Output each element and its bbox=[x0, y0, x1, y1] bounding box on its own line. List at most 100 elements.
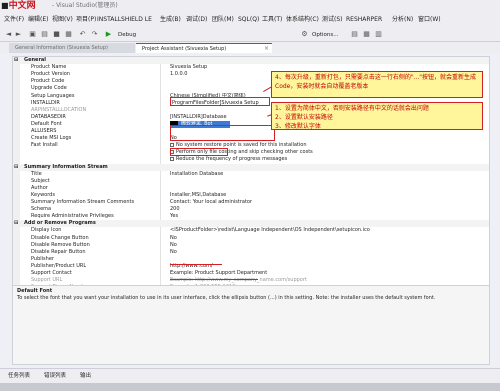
property-row[interactable]: Require Administrative Privileges Yes bbox=[20, 213, 489, 220]
property-name: Fast Install bbox=[31, 142, 58, 149]
property-value[interactable]: No bbox=[170, 235, 488, 242]
menu-build[interactable]: 生成(B) bbox=[160, 15, 181, 24]
checkbox[interactable] bbox=[170, 156, 174, 161]
config-dropdown[interactable]: Debug bbox=[118, 31, 136, 39]
property-row[interactable]: Summary Information Stream Comments Conta… bbox=[20, 199, 489, 206]
property-name: Upgrade Code bbox=[31, 85, 67, 92]
tab-error-list[interactable]: 错误列表 bbox=[44, 372, 66, 380]
property-value[interactable]: No bbox=[170, 249, 488, 256]
collapse-icon[interactable]: ⊟ bbox=[14, 164, 18, 171]
undo-icon[interactable]: ↶ bbox=[78, 30, 87, 39]
options-button[interactable]: Options... bbox=[312, 31, 338, 39]
property-value-text: <ISProductFolder>\redist\Language Indepe… bbox=[170, 227, 370, 234]
document-tabs: General Information (Sivuexia Setup) Pro… bbox=[0, 42, 500, 53]
property-row[interactable]: Disable Change Button No bbox=[20, 235, 489, 242]
start-icon[interactable]: ▶ bbox=[104, 30, 113, 39]
menu-edit[interactable]: 编辑(E) bbox=[28, 15, 48, 24]
property-value[interactable]: <ISProductFolder>\redist\Language Indepe… bbox=[170, 227, 488, 234]
menu-team[interactable]: 团队(M) bbox=[212, 15, 234, 24]
menu-view[interactable]: 视图(V) bbox=[52, 15, 73, 24]
property-row[interactable]: Keywords Installer,MSI,Database bbox=[20, 192, 489, 199]
property-value-text: Sivuexia Setup bbox=[170, 64, 208, 71]
property-value[interactable]: Contact: Your local administrator bbox=[170, 199, 488, 206]
property-value-text: No bbox=[170, 234, 177, 241]
category-row[interactable]: ⊟ Add or Remove Programs bbox=[14, 220, 489, 228]
collapse-icon[interactable]: ⊟ bbox=[14, 220, 18, 227]
property-row[interactable]: Schema 200 bbox=[20, 206, 489, 213]
property-value[interactable]: Installer,MSI,Database bbox=[170, 192, 488, 199]
property-row[interactable]: Disable Repair Button No bbox=[20, 248, 489, 256]
property-value[interactable]: Yes bbox=[170, 213, 488, 220]
open-icon[interactable]: ▤ bbox=[40, 30, 49, 39]
category-label: Summary Information Stream bbox=[24, 163, 108, 170]
tab-output[interactable]: 输出 bbox=[80, 372, 91, 380]
menu-test[interactable]: 测试(S) bbox=[322, 15, 343, 24]
property-name: Subject bbox=[31, 177, 50, 184]
menu-sql[interactable]: SQL(Q) bbox=[238, 15, 259, 24]
toolbar-icon-a[interactable]: ▤ bbox=[350, 30, 359, 39]
property-name: Summary Information Stream Comments bbox=[31, 199, 135, 205]
toolbar: ◄ ► ▣ ▤ ■ ▦ ↶ ↷ ▶ Debug ⚙ Options... ▤ ▦… bbox=[0, 28, 500, 42]
tab-general-information[interactable]: General Information (Sivuexia Setup) bbox=[9, 43, 135, 53]
highlight-product-code bbox=[170, 97, 270, 106]
menu-debug[interactable]: 调试(D) bbox=[186, 15, 207, 24]
property-value-text: [INSTALLDIR]Database bbox=[170, 113, 227, 120]
back-icon[interactable]: ◄ bbox=[4, 30, 13, 39]
menu-tools[interactable]: 工具(T) bbox=[262, 15, 282, 24]
menu-window[interactable]: 窗口(W) bbox=[418, 15, 441, 24]
property-row[interactable]: Author bbox=[20, 185, 489, 192]
property-value[interactable]: No bbox=[170, 242, 488, 249]
redo-icon[interactable]: ↷ bbox=[90, 30, 99, 39]
property-value-text: No bbox=[170, 248, 177, 255]
menu-installshield[interactable]: INSTALLSHIELD LE bbox=[97, 15, 152, 24]
menu-file[interactable]: 文件(F) bbox=[4, 15, 24, 24]
property-row[interactable]: Support Contact Example: Product Support … bbox=[20, 270, 489, 277]
property-name: Product Name bbox=[31, 64, 67, 71]
highlight-default-font bbox=[170, 148, 228, 156]
collapse-icon[interactable]: ⊟ bbox=[14, 57, 18, 64]
url-underline bbox=[170, 279, 258, 280]
property-value[interactable]: Example: Product Support Department bbox=[170, 270, 488, 277]
category-row[interactable]: ⊟ General bbox=[14, 57, 489, 65]
property-name: Disable Repair Button bbox=[31, 248, 86, 255]
property-row[interactable]: Perform only file costing and skip check… bbox=[20, 149, 489, 156]
close-icon[interactable]: × bbox=[264, 44, 269, 53]
property-name: Schema bbox=[31, 206, 52, 213]
property-name: Support URL bbox=[31, 277, 63, 284]
forward-icon[interactable]: ► bbox=[14, 30, 23, 39]
property-row[interactable]: Reduce the frequency of progress message… bbox=[20, 156, 489, 163]
menu-project[interactable]: 项目(P) bbox=[76, 15, 96, 24]
menu-resharper[interactable]: RESHARPER bbox=[346, 15, 382, 24]
property-row[interactable]: Disable Remove Button No bbox=[20, 242, 489, 249]
category-label: General bbox=[24, 57, 46, 63]
toolbar-icon-b[interactable]: ▦ bbox=[362, 30, 371, 39]
property-row[interactable]: Publisher bbox=[20, 256, 489, 263]
tab-task-list[interactable]: 任务列表 bbox=[8, 372, 30, 380]
property-row[interactable]: Subject bbox=[20, 177, 489, 185]
property-row[interactable]: Fast Install No system restore point is s… bbox=[20, 142, 489, 149]
menu-architecture[interactable]: 体系结构(C) bbox=[286, 15, 319, 24]
toolbar-icon-c[interactable]: ▥ bbox=[374, 30, 383, 39]
new-project-icon[interactable]: ▣ bbox=[28, 30, 37, 39]
save-icon[interactable]: ■ bbox=[52, 30, 61, 39]
checkbox[interactable] bbox=[170, 142, 174, 147]
property-value-text: Example: Product Support Department bbox=[170, 270, 268, 276]
settings-note: 1、设置为简体中文，否则安装路径有中文的话就会出问题 2、设置默认安装路径 3、… bbox=[271, 102, 483, 130]
status-strip bbox=[0, 383, 500, 391]
tab-project-assistant[interactable]: Project Assistant (Sivuexia Setup) × bbox=[136, 43, 272, 53]
tool-icon[interactable]: ⚙ bbox=[300, 30, 309, 39]
property-value[interactable]: 200 bbox=[170, 206, 488, 213]
property-name: Require Administrative Privileges bbox=[31, 213, 114, 220]
menu-analyze[interactable]: 分析(N) bbox=[392, 15, 413, 24]
property-name: Publisher/Product URL bbox=[31, 262, 87, 269]
category-row[interactable]: ⊟ Summary Information Stream bbox=[14, 163, 489, 171]
note-line: 3、修改默认字体 bbox=[275, 123, 321, 130]
property-value[interactable]: Installation Database bbox=[170, 171, 488, 178]
property-row[interactable]: Title Installation Database bbox=[20, 171, 489, 178]
property-value[interactable]: Reduce the frequency of progress message… bbox=[170, 156, 488, 163]
property-row[interactable]: Publisher/Product URL http://www..com/ bbox=[20, 262, 489, 270]
property-value-text: Installer,MSI,Database bbox=[170, 191, 227, 198]
save-all-icon[interactable]: ▦ bbox=[64, 30, 73, 39]
category-label: Add or Remove Programs bbox=[24, 220, 96, 227]
property-row[interactable]: Display Icon <ISProductFolder>\redist\Lan… bbox=[20, 227, 489, 234]
